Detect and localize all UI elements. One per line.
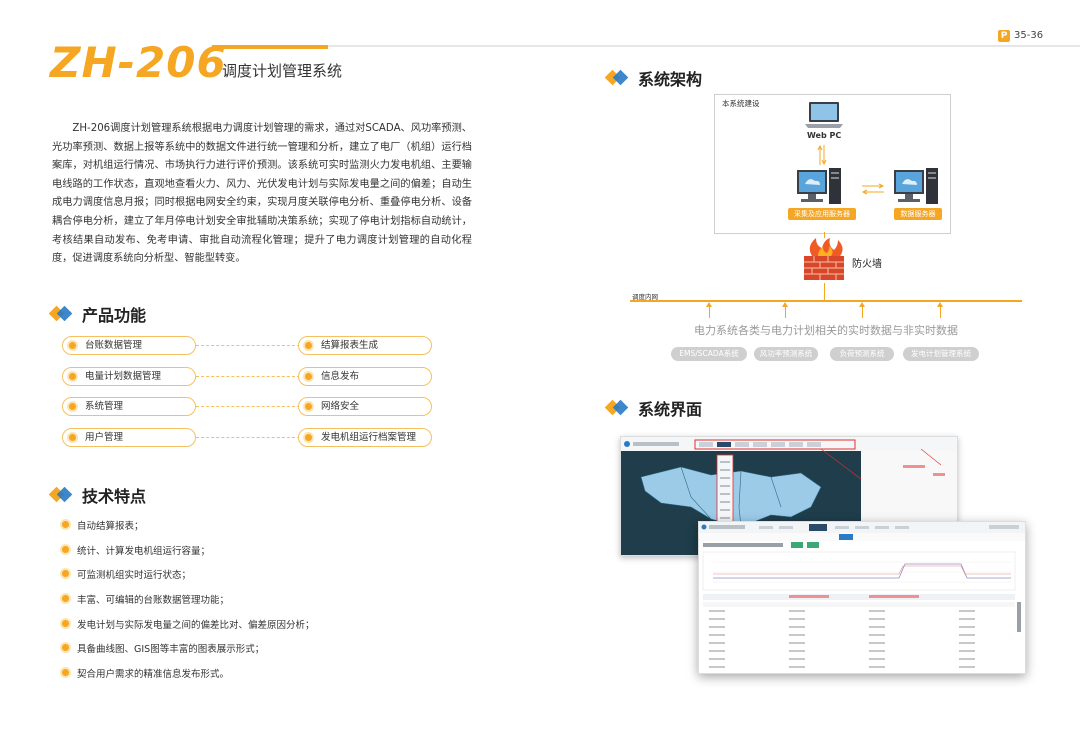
function-item: 系统管理	[62, 397, 196, 416]
connector-line	[862, 306, 863, 318]
section-architecture: 系统架构	[604, 66, 703, 90]
firewall-icon	[804, 238, 844, 280]
section-title: 技术特点	[82, 487, 147, 506]
section-title: 产品功能	[82, 306, 147, 325]
feature-item: 发电计划与实际发电量之间的偏差比对、偏差原因分析；	[62, 617, 315, 631]
arrow-up-icon	[937, 302, 943, 307]
feature-item: 契合用户需求的精准信息发布形式。	[62, 666, 229, 680]
feature-item: 可监测机组实时运行状态；	[62, 567, 191, 581]
source-system: 风功率预测系统	[754, 347, 818, 361]
feature-item: 统计、计算发电机组运行容量；	[62, 543, 210, 557]
section-features: 技术特点	[48, 483, 147, 507]
header-accent-bar	[212, 45, 328, 49]
page-numbers: 35-36	[1014, 30, 1044, 41]
connector-line	[785, 306, 786, 318]
function-item: 用户管理	[62, 428, 196, 447]
data-server-label: 数据服务器	[894, 208, 942, 220]
diamond-icon	[604, 69, 630, 86]
function-connector	[196, 376, 300, 377]
server-icon	[797, 168, 841, 204]
header-rule	[212, 45, 1080, 47]
function-connector	[196, 406, 300, 407]
function-connector	[196, 437, 300, 438]
intro-paragraph: ZH-206调度计划管理系统根据电力调度计划管理的需求，通过对SCADA、风功率…	[52, 123, 472, 265]
sync-arrow-icon	[861, 183, 885, 195]
diamond-icon	[604, 399, 630, 416]
report-table-image	[699, 522, 1025, 668]
function-item: 发电机组运行档案管理	[298, 428, 432, 447]
feature-item: 丰富、可编辑的台账数据管理功能；	[62, 592, 229, 606]
source-system: EMS/SCADA系统	[671, 347, 747, 361]
function-item: 台账数据管理	[62, 336, 196, 355]
section-functions: 产品功能	[48, 302, 147, 326]
data-description: 电力系统各类与电力计划相关的实时数据与非实时数据	[694, 324, 958, 337]
arrow-up-icon	[706, 302, 712, 307]
function-item: 结算报表生成	[298, 336, 432, 355]
section-title: 系统架构	[638, 70, 703, 89]
section-title: 系统界面	[638, 400, 703, 419]
brand-title: ZH-206	[50, 38, 227, 87]
server-icon	[894, 168, 938, 204]
connector-line	[824, 283, 825, 300]
network-line	[630, 300, 1022, 302]
system-scope-label: 本系统建设	[722, 99, 760, 108]
arrow-up-icon	[782, 302, 788, 307]
sync-arrow-icon	[817, 144, 827, 166]
source-system: 负荷预测系统	[830, 347, 894, 361]
firewall-label: 防火墙	[852, 259, 882, 270]
feature-item: 自动结算报表；	[62, 518, 144, 532]
section-interface: 系统界面	[604, 396, 703, 420]
function-item: 信息发布	[298, 367, 432, 386]
feature-item: 具备曲线图、GIS图等丰富的图表展示形式；	[62, 641, 264, 655]
connector-line	[940, 306, 941, 318]
function-connector	[196, 345, 300, 346]
connector-line	[709, 306, 710, 318]
page-badge: P	[998, 30, 1010, 42]
diamond-icon	[48, 486, 74, 503]
app-server-label: 采集及应用服务器	[788, 208, 856, 220]
function-item: 电量计划数据管理	[62, 367, 196, 386]
function-item: 网络安全	[298, 397, 432, 416]
webpc-label: Web PC	[807, 131, 842, 140]
laptop-icon	[805, 102, 843, 128]
arrow-up-icon	[859, 302, 865, 307]
connector-line	[824, 232, 825, 238]
source-system: 发电计划管理系统	[903, 347, 979, 361]
screenshot-chart-table	[698, 521, 1026, 674]
diamond-icon	[48, 305, 74, 322]
product-subtitle: 调度计划管理系统	[222, 62, 343, 80]
